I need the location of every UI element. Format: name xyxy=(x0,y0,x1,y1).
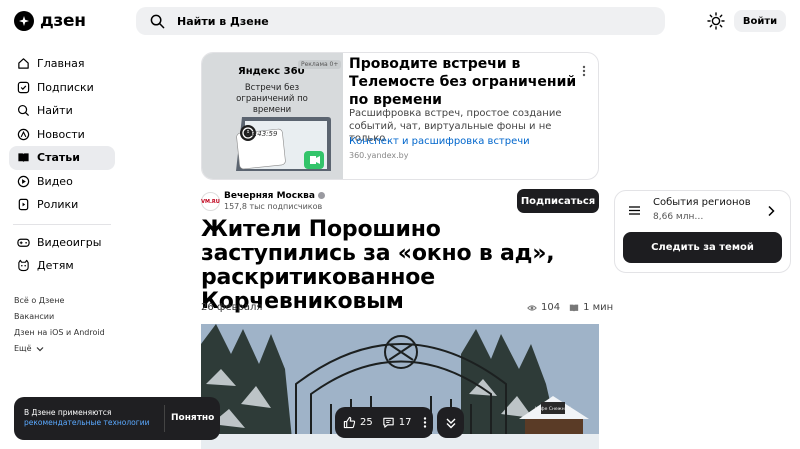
home-icon xyxy=(18,58,29,69)
comment-icon xyxy=(383,417,394,428)
logo[interactable]: дзен xyxy=(14,11,86,31)
dzen-logo-icon xyxy=(14,11,34,31)
thumbs-up-icon xyxy=(343,416,356,429)
article-action-bar: 25 17 xyxy=(335,407,433,438)
footer-link-more[interactable]: Ещё xyxy=(14,341,105,357)
sidebar-item-home[interactable]: Главная xyxy=(9,52,115,76)
publisher-subscribers: 157,8 тыс подписчиков xyxy=(224,202,323,211)
ad-link[interactable]: Конспект и расшифровка встречи xyxy=(349,136,530,147)
sidebar-item-kids[interactable]: Детям xyxy=(9,254,115,278)
sidebar-item-label: Видеоигры xyxy=(37,235,102,249)
ad-image-caption: Встречи без ограничений по времени xyxy=(236,83,308,115)
comments-button[interactable]: 17 xyxy=(382,416,412,429)
sidebar-item-label: Подписки xyxy=(37,80,94,94)
topic-title: События регионов xyxy=(653,197,751,208)
logo-text: дзен xyxy=(40,11,86,31)
search-input[interactable]: Найти в Дзене xyxy=(136,7,665,35)
sidebar-nav: Главная Подписки Найти Новости Статьи Ви… xyxy=(9,52,115,278)
like-button[interactable]: 25 xyxy=(343,416,373,429)
gamepad-icon xyxy=(17,238,30,247)
book-icon xyxy=(569,304,579,312)
sidebar-divider xyxy=(13,223,111,225)
sidebar-item-shorts[interactable]: Ролики xyxy=(9,193,115,217)
footer-link-jobs[interactable]: Вакансии xyxy=(14,309,105,325)
cookie-divider xyxy=(164,405,165,432)
topic-subtitle: 8,66 млн… xyxy=(653,212,704,222)
search-icon xyxy=(150,14,165,28)
footer-more-label: Ещё xyxy=(14,344,32,353)
sidebar-item-label: Новости xyxy=(37,127,85,141)
chevron-right-icon[interactable] xyxy=(767,205,775,217)
sun-icon[interactable] xyxy=(707,12,725,30)
ad-card[interactable]: Яндекс 360 Реклама 0+ Встречи без ограни… xyxy=(201,52,599,180)
cafe-sign: Кафе Снежный xyxy=(535,405,571,412)
publisher-name[interactable]: Вечерняя Москва xyxy=(224,191,325,201)
sidebar-item-label: Статьи xyxy=(37,151,80,165)
double-chevron-down-icon xyxy=(446,418,455,428)
article-stats: 104 1 мин xyxy=(527,302,613,313)
ad-image: Яндекс 360 Реклама 0+ Встречи без ограни… xyxy=(202,53,343,179)
sidebar-item-search[interactable]: Найти xyxy=(9,99,115,123)
read-time: 1 мин xyxy=(583,302,614,313)
shorts-icon xyxy=(18,199,29,211)
follow-topic-button[interactable]: Следить за темой xyxy=(623,232,782,263)
ad-domain: 360.yandex.by xyxy=(349,151,409,160)
kids-icon xyxy=(18,260,29,272)
sidebar-item-label: Найти xyxy=(37,104,73,118)
cookie-banner: В Дзене применяются рекомендательные тех… xyxy=(14,397,220,440)
search-placeholder: Найти в Дзене xyxy=(177,14,269,28)
menu-icon xyxy=(629,206,640,215)
sidebar-item-label: Видео xyxy=(37,174,73,188)
news-icon xyxy=(17,128,30,140)
comments-count: 17 xyxy=(398,417,412,428)
chevron-down-icon xyxy=(36,346,44,351)
views-count: 104 xyxy=(541,302,561,313)
sidebar-item-video[interactable]: Видео xyxy=(9,170,115,194)
article-title: Жители Порошино заступились за «окно в а… xyxy=(201,217,555,314)
sidebar-footer: Всё о Дзене Вакансии Дзен на iOS и Andro… xyxy=(14,293,105,357)
publisher-avatar[interactable]: VM.RU xyxy=(201,192,220,211)
sidebar-item-label: Детям xyxy=(37,259,74,273)
laptop-illustration xyxy=(236,117,331,171)
articles-icon xyxy=(18,153,29,163)
ad-title: Проводите встречи в Телемосте без ограни… xyxy=(349,56,577,108)
ad-timer: 02:43:59 xyxy=(246,130,278,138)
subscribe-button[interactable]: Подписаться xyxy=(517,189,599,213)
search-icon xyxy=(17,105,30,117)
cookie-accept-button[interactable]: Понятно xyxy=(171,413,214,423)
sidebar-item-label: Ролики xyxy=(37,198,79,212)
topic-card[interactable]: События регионов 8,66 млн… Следить за те… xyxy=(614,190,791,273)
sidebar-item-label: Главная xyxy=(37,57,85,71)
video-icon xyxy=(17,175,30,187)
cookie-text: В Дзене применяются рекомендательные тех… xyxy=(24,408,149,428)
scroll-down-button[interactable] xyxy=(437,407,464,438)
ad-brand: Яндекс 360 xyxy=(238,66,305,77)
footer-link-about[interactable]: Всё о Дзене xyxy=(14,293,105,309)
sidebar-item-games[interactable]: Видеоигры xyxy=(9,231,115,255)
sidebar-item-subscriptions[interactable]: Подписки xyxy=(9,76,115,100)
more-vertical-icon[interactable] xyxy=(422,416,428,429)
sidebar-item-articles[interactable]: Статьи xyxy=(9,146,115,170)
article-date: 26 февраля xyxy=(201,302,263,313)
cookie-message: В Дзене применяются xyxy=(24,408,112,417)
more-vertical-icon[interactable] xyxy=(581,65,587,77)
sidebar-item-news[interactable]: Новости xyxy=(9,123,115,147)
login-button[interactable]: Войти xyxy=(734,10,786,32)
footer-link-apps[interactable]: Дзен на iOS и Android xyxy=(14,325,105,341)
ad-age-badge: Реклама 0+ xyxy=(298,60,342,69)
verified-icon xyxy=(317,192,325,199)
subscriptions-icon xyxy=(17,81,30,93)
eye-icon xyxy=(527,304,537,311)
publisher-name-text: Вечерняя Москва xyxy=(224,191,315,201)
cookie-link[interactable]: рекомендательные технологии xyxy=(24,418,149,427)
likes-count: 25 xyxy=(360,417,373,428)
